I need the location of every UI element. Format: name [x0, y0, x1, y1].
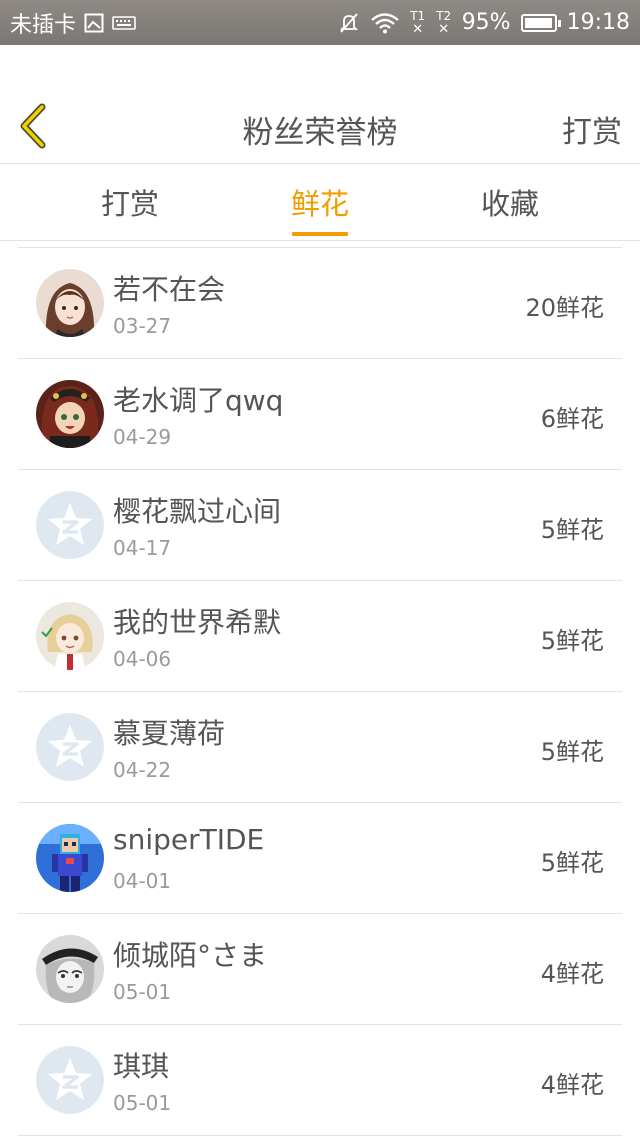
fan-date: 03-27	[113, 314, 172, 338]
tab-bar: 打赏 鲜花 收藏	[0, 164, 640, 240]
no-signal-x-icon: ✕	[412, 21, 424, 37]
flower-count: 5鲜花	[540, 849, 604, 877]
keyboard-icon	[112, 15, 136, 31]
fan-name: 慕夏薄荷	[113, 717, 226, 750]
default-star-avatar	[36, 1046, 104, 1114]
anime-girl-avatar	[36, 269, 104, 337]
list-item[interactable]: 我的世界希默 04-06 5鲜花	[18, 581, 622, 692]
top-bar: 粉丝荣誉榜 打赏	[0, 45, 640, 163]
list-item[interactable]: sniperTIDE 04-01 5鲜花	[18, 803, 622, 914]
image-icon	[84, 13, 104, 33]
tab-favorites[interactable]: 收藏	[430, 164, 590, 240]
sim1-label: T1	[410, 8, 426, 23]
flower-count: 5鲜花	[540, 627, 604, 655]
battery-icon	[520, 13, 561, 32]
flower-count: 4鲜花	[540, 1071, 604, 1099]
fan-name: 我的世界希默	[113, 606, 282, 639]
tab-reward[interactable]: 打赏	[50, 164, 210, 240]
flower-count: 20鲜花	[525, 294, 604, 322]
list-item[interactable]: 樱花飘过心间 04-17 5鲜花	[18, 470, 622, 581]
clock-time: 19:18	[566, 10, 630, 35]
list-item[interactable]: 琪琪 05-01 4鲜花	[18, 1025, 622, 1136]
anime-bw-avatar	[36, 935, 104, 1003]
flower-count: 5鲜花	[540, 738, 604, 766]
sim2-no-signal-icon: T2 ✕	[436, 8, 452, 37]
anime-cute-avatar	[36, 602, 104, 670]
wifi-icon	[370, 12, 400, 34]
status-right: T1 ✕ T2 ✕ 95% 19:18	[338, 0, 630, 45]
battery-percent: 95%	[461, 10, 511, 35]
fan-name: 倾城陌°さま	[113, 939, 268, 972]
flower-count: 5鲜花	[540, 516, 604, 544]
fan-date: 05-01	[113, 980, 172, 1004]
fan-list: 若不在会 03-27 20鲜花 老水调了qwq 04-29 6鲜花 樱花飘过心间…	[18, 247, 622, 1136]
avatar[interactable]	[36, 602, 104, 670]
active-tab-indicator	[292, 232, 348, 236]
avatar[interactable]	[36, 935, 104, 1003]
fan-name: 老水调了qwq	[113, 384, 284, 417]
fan-name: 若不在会	[113, 273, 226, 306]
avatar[interactable]	[36, 269, 104, 337]
fan-name: sniperTIDE	[113, 823, 265, 856]
no-signal-x-icon: ✕	[438, 21, 450, 37]
fan-date: 04-17	[113, 536, 172, 560]
avatar[interactable]	[36, 380, 104, 448]
mute-icon	[338, 12, 360, 34]
page-title: 粉丝荣誉榜	[242, 115, 398, 151]
fan-name: 琪琪	[113, 1050, 170, 1083]
list-item[interactable]: 慕夏薄荷 04-22 5鲜花	[18, 692, 622, 803]
avatar[interactable]	[36, 491, 104, 559]
fan-date: 04-06	[113, 647, 172, 671]
sim2-label: T2	[436, 8, 452, 23]
tab-label: 收藏	[480, 187, 539, 221]
fan-date: 04-22	[113, 758, 172, 782]
anime-red-avatar	[36, 380, 104, 448]
tab-flowers[interactable]: 鲜花	[240, 164, 400, 240]
fan-date: 04-29	[113, 425, 172, 449]
fan-name: 樱花飘过心间	[113, 495, 282, 528]
carrier-text: 未插卡	[10, 12, 77, 38]
status-bar: 未插卡 T1 ✕ T2 ✕ 95% 19:18	[0, 0, 640, 45]
tabs-divider	[0, 240, 640, 241]
default-star-avatar	[36, 491, 104, 559]
status-left: 未插卡	[10, 0, 136, 45]
reward-button[interactable]: 打赏	[562, 107, 622, 151]
list-item[interactable]: 若不在会 03-27 20鲜花	[18, 247, 622, 359]
fan-date: 05-01	[113, 1091, 172, 1115]
fan-date: 04-01	[113, 869, 172, 893]
flower-count: 6鲜花	[540, 405, 604, 433]
avatar[interactable]	[36, 713, 104, 781]
list-item[interactable]: 老水调了qwq 04-29 6鲜花	[18, 359, 622, 470]
avatar[interactable]	[36, 824, 104, 892]
tab-label: 打赏	[100, 187, 159, 221]
battery-fill	[524, 17, 552, 28]
sim1-no-signal-icon: T1 ✕	[410, 8, 426, 37]
pixel-blue-avatar	[36, 824, 104, 892]
flower-count: 4鲜花	[540, 960, 604, 988]
avatar[interactable]	[36, 1046, 104, 1114]
tab-label: 鲜花	[290, 187, 349, 221]
list-item[interactable]: 倾城陌°さま 05-01 4鲜花	[18, 914, 622, 1025]
default-star-avatar	[36, 713, 104, 781]
